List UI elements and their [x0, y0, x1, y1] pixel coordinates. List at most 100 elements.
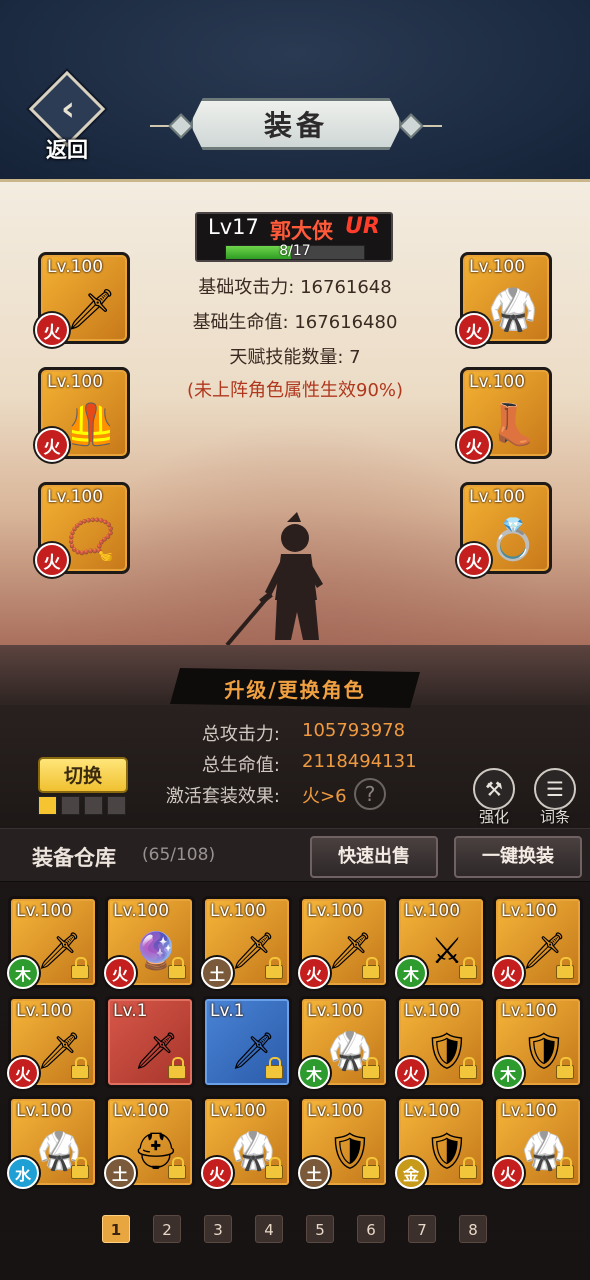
- equip-slot-left-2[interactable]: Lv.100 🦺 火: [35, 367, 130, 462]
- lock-icon[interactable]: [459, 1157, 477, 1179]
- item-level: Lv.100: [16, 901, 73, 921]
- lock-icon[interactable]: [168, 1157, 186, 1179]
- help-icon[interactable]: ?: [354, 778, 386, 810]
- equip-slot-right-1[interactable]: Lv.100 🥋 火: [457, 252, 552, 347]
- equip-slot-left-3[interactable]: Lv.100 📿 火: [35, 482, 130, 577]
- inventory-item[interactable]: Lv.100 🛡 火: [395, 996, 486, 1089]
- inventory-item[interactable]: Lv.100 🛡 金: [395, 1096, 486, 1189]
- element-badge: 火: [35, 543, 69, 577]
- inventory-item[interactable]: Lv.100 ⛑ 土: [104, 1096, 195, 1189]
- element-badge: 火: [298, 957, 330, 989]
- element-badge: 木: [395, 957, 427, 989]
- element-badge: 土: [201, 957, 233, 989]
- element-badge: 火: [35, 428, 69, 462]
- golden-ring-icon: 💍: [488, 516, 538, 563]
- equip-level: Lv.100: [469, 257, 526, 277]
- lock-icon[interactable]: [459, 957, 477, 979]
- lock-icon[interactable]: [168, 1057, 186, 1079]
- lock-icon[interactable]: [168, 957, 186, 979]
- inventory-item[interactable]: Lv.100 🗡 木: [7, 896, 98, 989]
- lock-icon[interactable]: [459, 1057, 477, 1079]
- preset-slot-4[interactable]: [107, 796, 126, 815]
- element-badge: 火: [457, 543, 491, 577]
- total-attack-value: 105793978: [302, 720, 406, 741]
- lock-icon[interactable]: [556, 1157, 574, 1179]
- equip-slot-right-2[interactable]: Lv.100 👢 火: [457, 367, 552, 462]
- upgrade-hero-button[interactable]: 升级/更换角色: [170, 674, 420, 703]
- total-attack-label: 总攻击力:: [201, 724, 280, 745]
- inventory-item[interactable]: Lv.100 🥋 火: [201, 1096, 292, 1189]
- equip-level: Lv.100: [47, 487, 104, 507]
- lock-icon[interactable]: [556, 1057, 574, 1079]
- page-button-1[interactable]: 1: [102, 1215, 130, 1243]
- lock-icon[interactable]: [362, 1057, 380, 1079]
- red-armor-icon: 🥋: [488, 286, 538, 333]
- inventory-item[interactable]: Lv.100 🗡 火: [492, 896, 583, 989]
- hero-silhouette[interactable]: [225, 510, 335, 650]
- inventory-item[interactable]: Lv.100 ⚔ 木: [395, 896, 486, 989]
- equip-slot-right-3[interactable]: Lv.100 💍 火: [457, 482, 552, 577]
- preset-slot-1[interactable]: [38, 796, 57, 815]
- quick-sell-button[interactable]: 快速出售: [310, 836, 438, 878]
- inventory-item[interactable]: Lv.100 🥋 水: [7, 1096, 98, 1189]
- lock-icon[interactable]: [556, 957, 574, 979]
- bench-note: (未上阵角色属性生效90%): [186, 380, 404, 401]
- page-button-5[interactable]: 5: [306, 1215, 334, 1243]
- element-badge: 土: [298, 1157, 330, 1189]
- lock-icon[interactable]: [71, 1057, 89, 1079]
- inventory-item[interactable]: Lv.100 🗡 火: [298, 896, 389, 989]
- item-level: Lv.100: [210, 1101, 267, 1121]
- title-wing-right: [398, 113, 424, 139]
- inventory-item[interactable]: Lv.1 🗡: [105, 996, 195, 1088]
- item-level: Lv.100: [404, 901, 461, 921]
- page-button-6[interactable]: 6: [357, 1215, 385, 1243]
- inventory-item[interactable]: Lv.100 🥋 木: [298, 996, 389, 1089]
- page-button-8[interactable]: 8: [459, 1215, 487, 1243]
- lock-icon[interactable]: [362, 957, 380, 979]
- inventory-item[interactable]: Lv.100 🥋 火: [492, 1096, 583, 1189]
- item-level: Lv.100: [113, 901, 170, 921]
- hero-legs: [275, 598, 319, 640]
- inventory-item[interactable]: Lv.100 🛡 土: [298, 1096, 389, 1189]
- preset-slot-2[interactable]: [61, 796, 80, 815]
- equip-slot-left-1[interactable]: Lv.100 🗡 火: [35, 252, 130, 347]
- one-key-equip-button[interactable]: 一键换装: [454, 836, 582, 878]
- set-effect-value: 火>6: [302, 786, 347, 807]
- item-level: Lv.100: [404, 1101, 461, 1121]
- item-level: Lv.100: [501, 901, 558, 921]
- item-level: Lv.100: [307, 901, 364, 921]
- enhance-label: 强化: [478, 808, 509, 826]
- total-hp-value: 2118494131: [302, 751, 417, 772]
- inventory-item[interactable]: Lv.100 🛡 木: [492, 996, 583, 1089]
- page-button-4[interactable]: 4: [255, 1215, 283, 1243]
- list-icon[interactable]: ☰: [534, 768, 576, 810]
- element-badge: 木: [492, 1057, 524, 1089]
- equip-level: Lv.100: [47, 372, 104, 392]
- inventory-item[interactable]: Lv.100 🗡 土: [201, 896, 292, 989]
- lock-icon[interactable]: [71, 957, 89, 979]
- page-button-2[interactable]: 2: [153, 1215, 181, 1243]
- hero-sword-blade: [225, 596, 269, 647]
- lock-icon[interactable]: [265, 1157, 283, 1179]
- inventory-item[interactable]: Lv.100 🔮 火: [104, 896, 195, 989]
- page-button-3[interactable]: 3: [204, 1215, 232, 1243]
- lock-icon[interactable]: [71, 1157, 89, 1179]
- element-badge: 木: [298, 1057, 330, 1089]
- preset-slot-3[interactable]: [84, 796, 103, 815]
- inventory-item[interactable]: Lv.100 🗡 火: [7, 996, 98, 1089]
- item-level: Lv.100: [307, 1101, 364, 1121]
- page-button-7[interactable]: 7: [408, 1215, 436, 1243]
- equip-level: Lv.100: [469, 372, 526, 392]
- hero-sword-hilt: [259, 591, 273, 605]
- lock-icon[interactable]: [362, 1157, 380, 1179]
- item-level: Lv.100: [16, 1001, 73, 1021]
- affix-label: 词条: [539, 808, 570, 826]
- element-badge: 火: [35, 313, 69, 347]
- inventory-item[interactable]: Lv.1 🗡: [202, 996, 292, 1088]
- hammer-icon[interactable]: ⚒: [473, 768, 515, 810]
- lock-icon[interactable]: [265, 957, 283, 979]
- element-badge: 土: [104, 1157, 136, 1189]
- hero-xp-text: 8/17: [279, 243, 311, 259]
- lock-icon[interactable]: [265, 1057, 283, 1079]
- back-button[interactable]: ‹ 返回: [22, 70, 106, 162]
